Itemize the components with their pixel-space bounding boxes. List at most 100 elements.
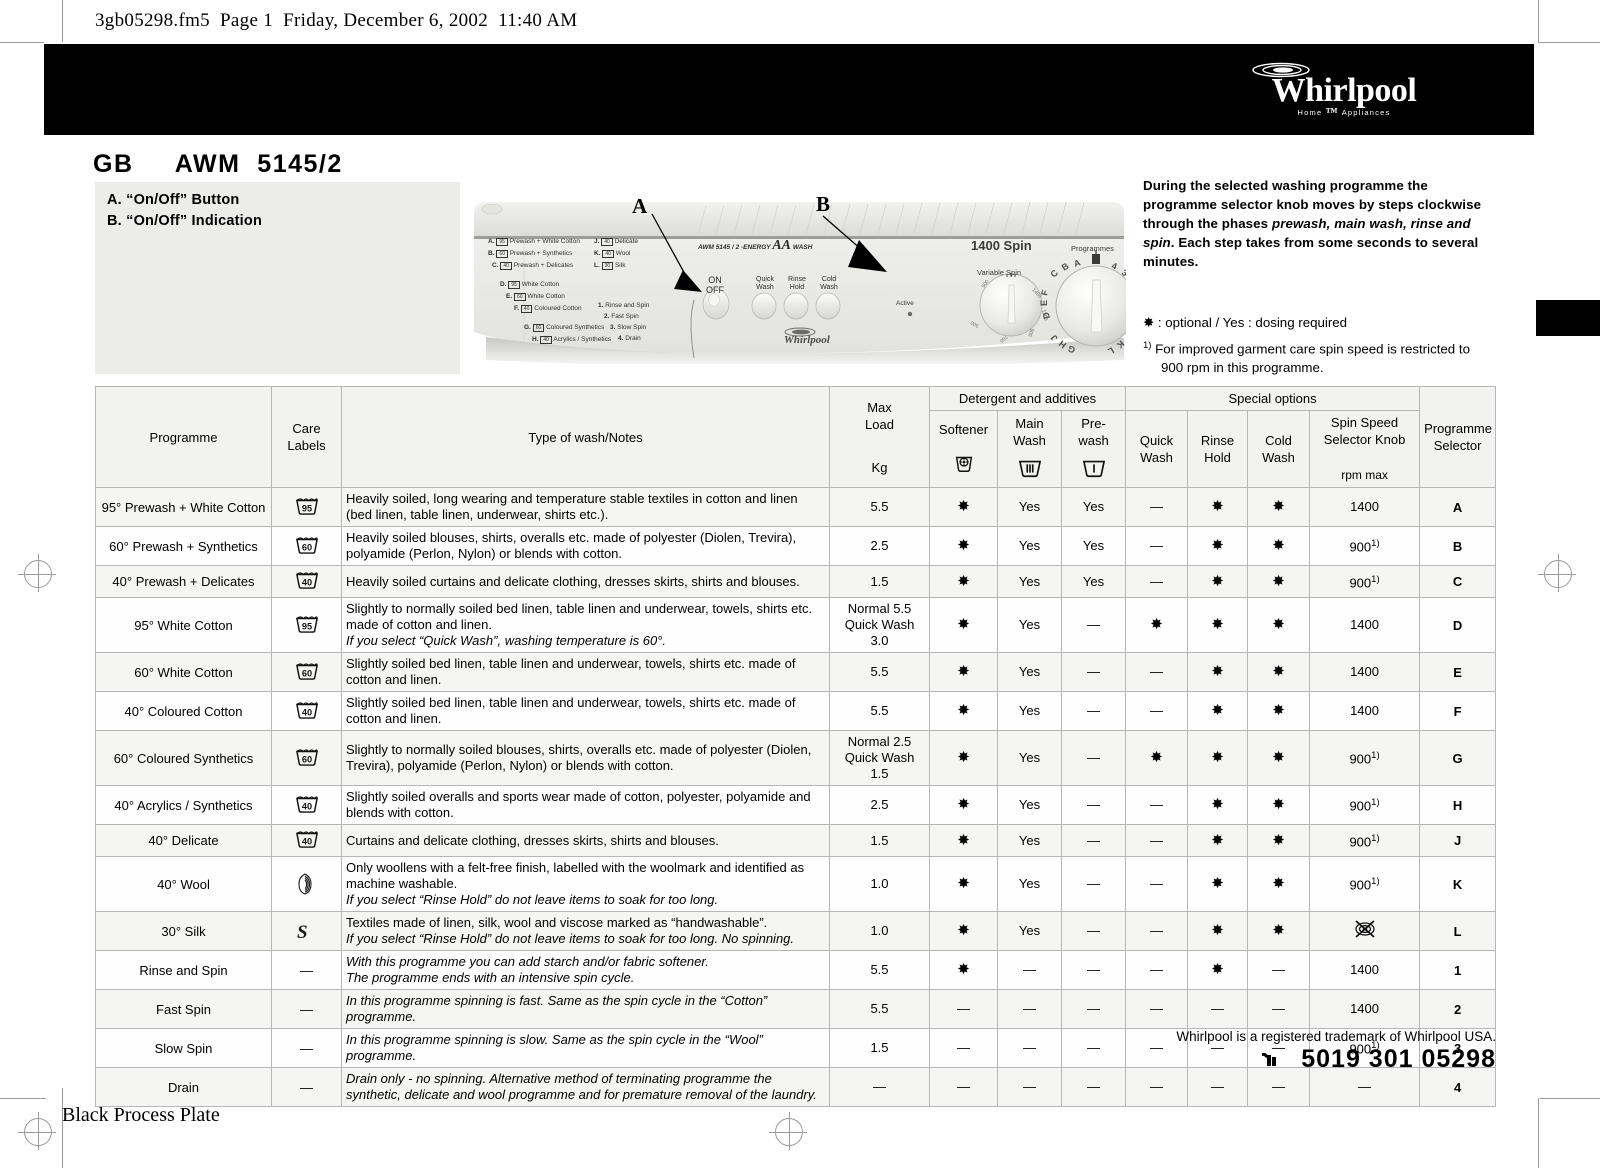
care-label-icon: 95	[294, 613, 320, 635]
value-text: —	[1087, 923, 1100, 938]
table-row: 60° Prewash + Synthetics 60 Heavily soiled…	[95, 526, 1497, 566]
th-rinse-hold: Rinse Hold	[1187, 410, 1249, 488]
value-text: Yes	[1018, 750, 1041, 765]
footnote-line-2: 900 rpm in this programme.	[1161, 360, 1324, 376]
optional-mark: ✸	[1272, 616, 1285, 633]
optional-mark: ✸	[957, 616, 970, 633]
th-care-line2: Labels	[287, 438, 326, 453]
cell-quick-wash: —	[1125, 487, 1189, 527]
optional-mark: ✸	[1272, 796, 1285, 813]
th-max-load: Max Load Kg	[829, 386, 930, 488]
cell-softener: ✸	[929, 950, 998, 990]
cold-wash-line1: Cold	[821, 276, 837, 283]
brand-name: Whirlpool	[1271, 72, 1417, 109]
value-text: —	[1150, 664, 1164, 679]
cell-max-load: 5.5	[829, 989, 930, 1029]
value-text: —	[1150, 499, 1164, 514]
cell-prewash: —	[1060, 856, 1127, 912]
value-text: —	[1150, 832, 1164, 848]
list-key: G.	[524, 324, 531, 331]
th-quickwash-line2: Wash	[1140, 450, 1173, 465]
registered-mark: ™	[1325, 105, 1339, 119]
no-spin-icon	[1353, 920, 1377, 944]
value-text: —	[1150, 923, 1164, 938]
crop-mark-left-lower	[62, 1088, 63, 1168]
notes-text: Curtains and delicate clothing, dresses …	[346, 832, 719, 848]
table-body: 95° Prewash + White Cotton 95 Heavily soil…	[95, 487, 1497, 1107]
list-text: Drain	[625, 335, 641, 342]
cell-cold-wash: ✸	[1247, 526, 1311, 566]
cell-softener: ✸	[929, 487, 998, 527]
cell-rinse-hold: ✸	[1187, 824, 1249, 857]
cell-quick-wash: ✸	[1125, 597, 1189, 653]
crop-mark-bottom-right	[1540, 1098, 1600, 1099]
optional-mark: ✸	[1211, 831, 1224, 849]
cell-max-load: 2.5	[829, 526, 930, 566]
optional-mark: ✸	[957, 702, 970, 719]
th-detergent-group: Detergent and additives	[928, 386, 1127, 411]
spin-value: —	[1358, 1079, 1372, 1094]
th-spin-speed: Spin Speed Selector Knob rpm max	[1309, 410, 1421, 488]
quick-wash-line1: Quick	[756, 276, 774, 283]
optional-mark: ✸	[957, 875, 970, 892]
cell-programme: 40° Coloured Cotton	[95, 691, 272, 731]
th-quick-wash: Quick Wash	[1125, 410, 1189, 488]
optional-mark: ✸	[1272, 875, 1285, 892]
value-text: —	[1150, 876, 1164, 891]
spin-footnote: 1)	[1371, 876, 1380, 888]
cell-softener: ✸	[929, 652, 998, 692]
notes-text: Slightly to normally soiled bed linen, t…	[346, 601, 813, 632]
cell-rinse-hold: ✸	[1187, 911, 1249, 951]
panel-off-text: OFF	[706, 284, 724, 295]
optional-mark: ✸	[1211, 796, 1224, 813]
cell-main-wash: Yes	[997, 487, 1062, 527]
panel-quick-wash-label: Quick Wash	[751, 276, 779, 292]
care-temp: 60	[532, 324, 545, 332]
notes-text: Heavily soiled curtains and delicate clo…	[346, 573, 800, 589]
brand-tagline-right: Appliances	[1341, 108, 1391, 117]
spin-footnote: 1)	[1371, 573, 1380, 585]
value-text: Yes	[1082, 499, 1105, 514]
cell-programme: 60° Prewash + Synthetics	[95, 526, 272, 566]
list-key: 4.	[618, 335, 624, 342]
cell-cold-wash: ✸	[1247, 652, 1311, 692]
cell-prewash: Yes	[1060, 487, 1127, 527]
cell-rinse-hold: —	[1187, 989, 1249, 1029]
th-programme: Programme	[95, 386, 272, 488]
table-row: 40° Delicate 40 Curtains and delicate clot…	[95, 824, 1497, 857]
value-text: —	[1150, 703, 1164, 718]
optional-mark: ✸	[1272, 831, 1285, 849]
value-text: —	[1087, 876, 1100, 891]
panel-list-item: 3. Slow Spin	[594, 322, 694, 333]
spin-value: 900	[1349, 834, 1372, 850]
cell-cold-wash: ✸	[1247, 565, 1311, 598]
cell-spin-speed: 1400	[1309, 652, 1421, 692]
panel-energy-rating: AA	[772, 238, 791, 253]
optional-mark: ✸	[1211, 498, 1224, 515]
cell-notes: With this programme you can add starch a…	[341, 950, 830, 990]
list-key: L.	[594, 262, 600, 269]
cell-programme: 40° Acrylics / Synthetics	[95, 785, 272, 825]
optional-mark: ✸	[1211, 537, 1224, 554]
cell-cold-wash: ✸	[1247, 824, 1311, 857]
list-key: E.	[506, 293, 513, 300]
cell-cold-wash: ✸	[1247, 911, 1311, 951]
value-text: —	[1150, 1001, 1164, 1016]
panel-active-label: Active	[896, 300, 914, 307]
spin-value: 900	[1349, 877, 1372, 893]
cell-softener: ✸	[929, 730, 998, 786]
cell-max-load: 1.5	[829, 824, 930, 857]
value-text: —	[1087, 617, 1100, 632]
cell-rinse-hold: ✸	[1187, 652, 1249, 692]
list-key: 2.	[604, 313, 610, 320]
svg-text:40: 40	[301, 801, 311, 811]
table-row: 95° Prewash + White Cotton 95 Heavily soil…	[95, 487, 1497, 527]
cell-prewash: —	[1060, 652, 1127, 692]
page-edge-tab	[1536, 300, 1600, 336]
cell-prewash: —	[1060, 730, 1127, 786]
cell-main-wash: —	[997, 950, 1062, 990]
list-text: Prewash + White Cotton	[509, 238, 580, 245]
cell-notes: Slightly soiled bed linen, table linen a…	[341, 652, 830, 692]
cell-notes: Slightly soiled bed linen, table linen a…	[341, 691, 830, 731]
programme-table: Programme Care Labels Type of wash/Notes…	[95, 386, 1497, 1107]
